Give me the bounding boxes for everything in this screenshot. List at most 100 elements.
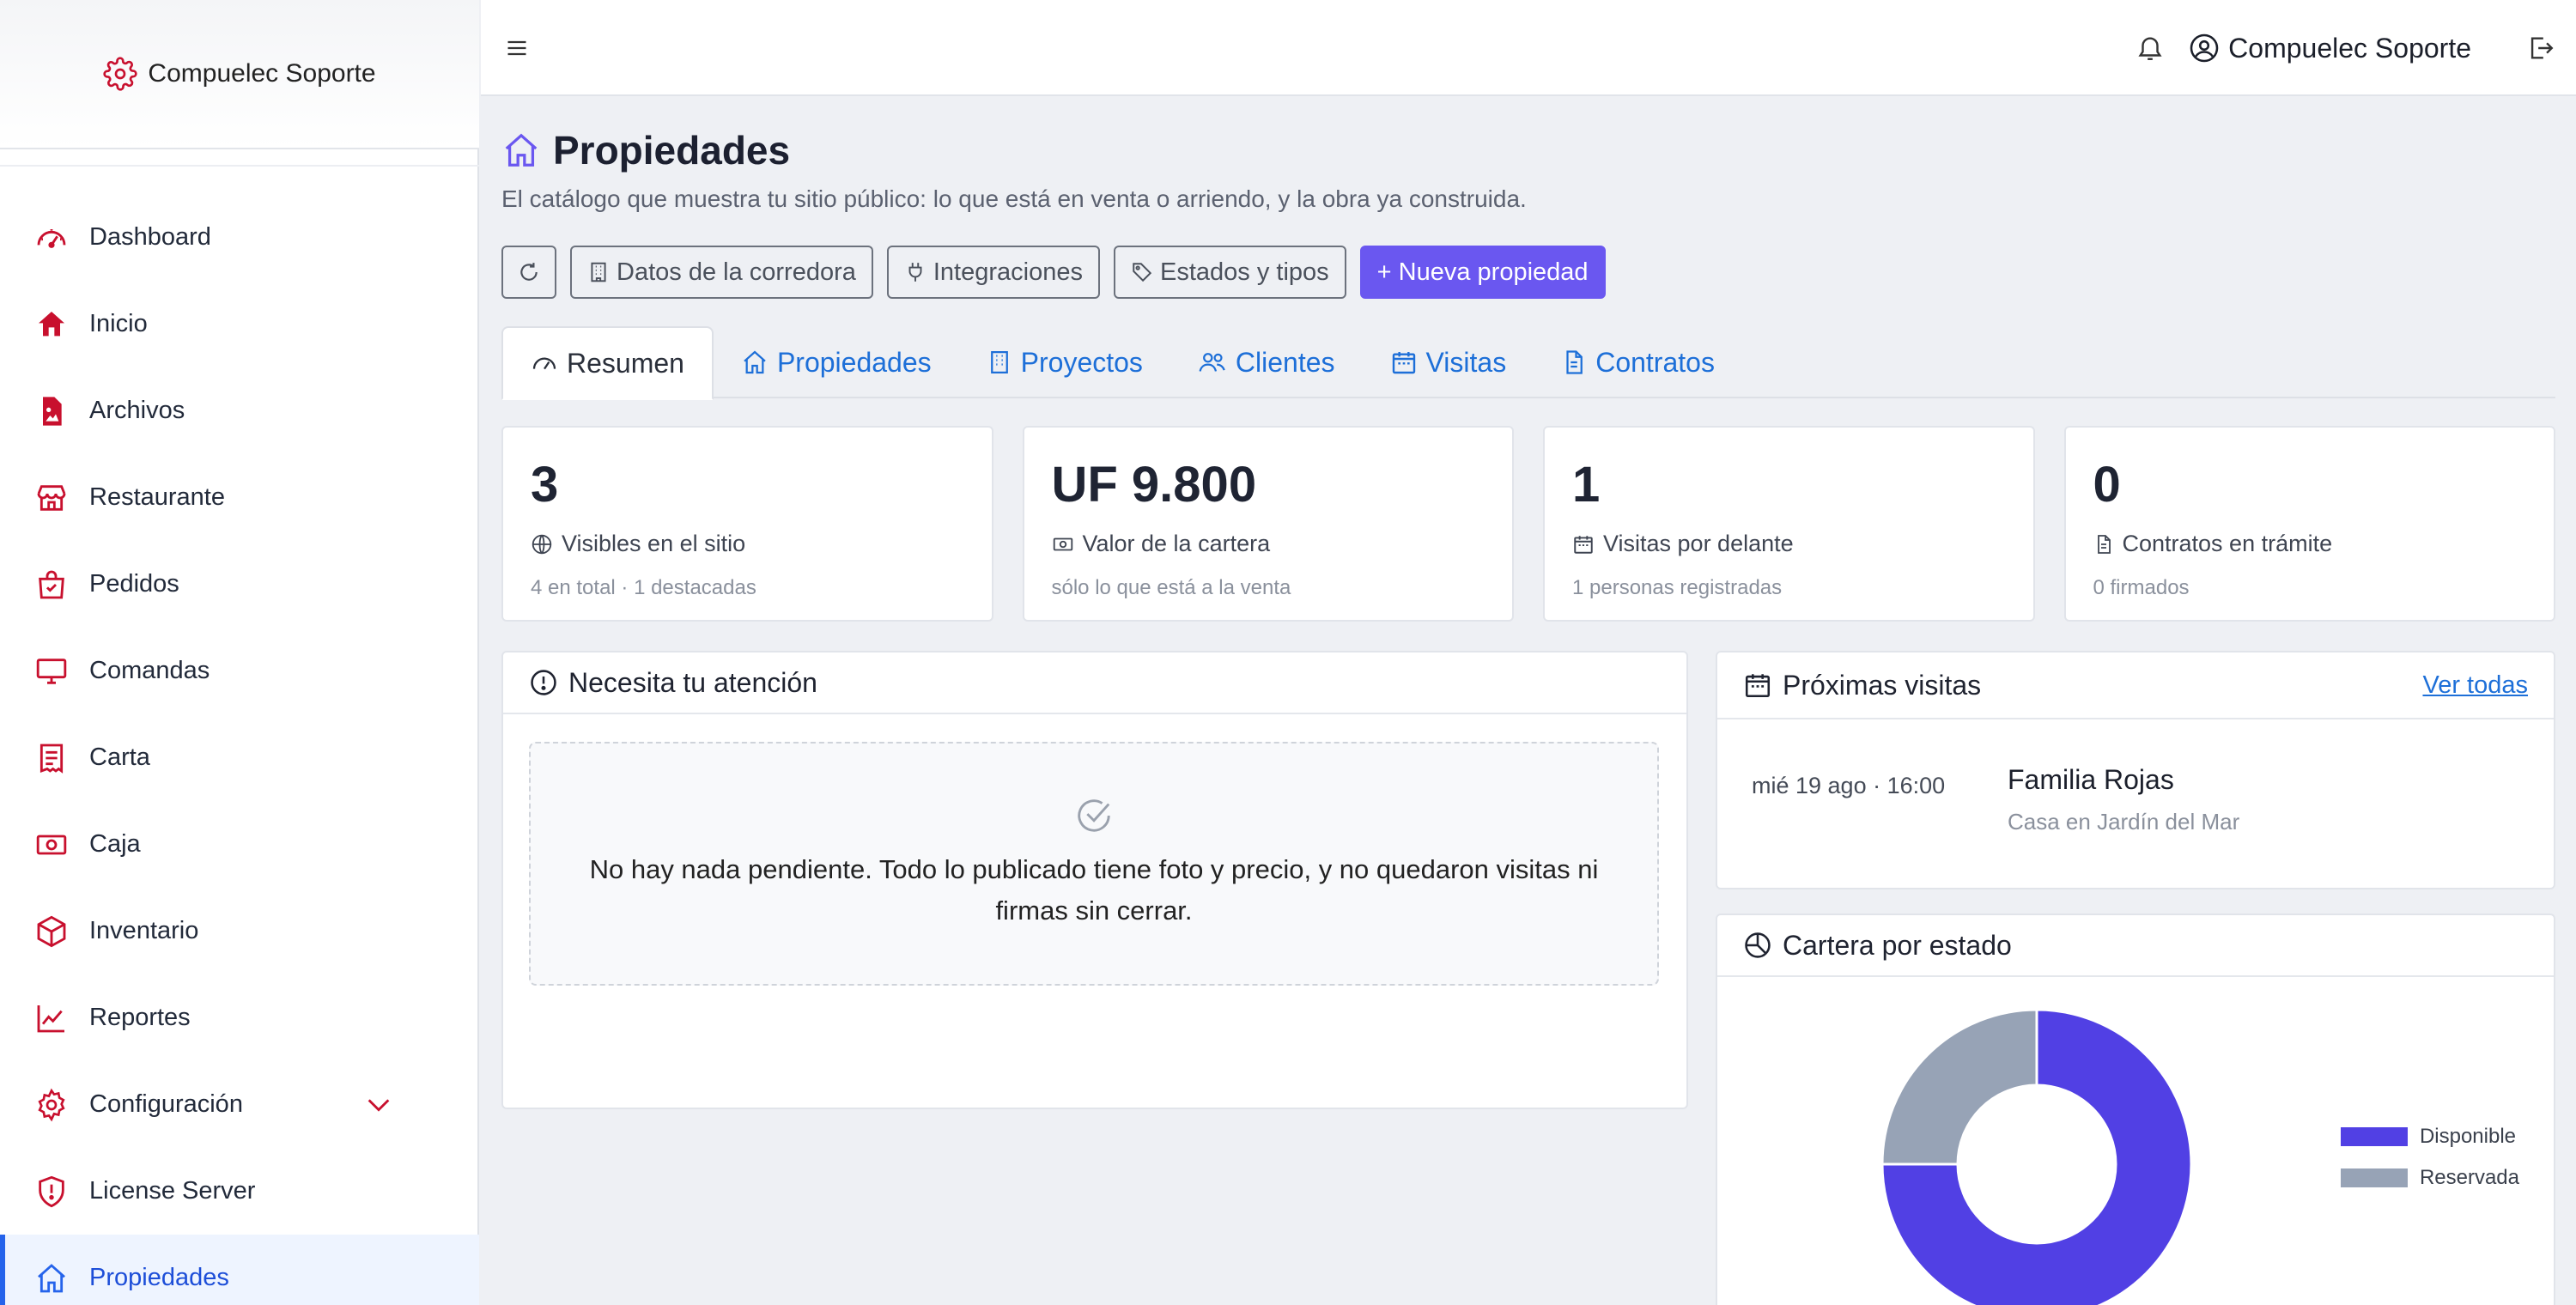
chevron-down-icon[interactable] — [364, 1090, 393, 1120]
integrations-button[interactable]: Integraciones — [886, 246, 1100, 299]
sidebar-item-label: Inicio — [89, 310, 148, 337]
see-all-visits-link[interactable]: Ver todas — [2422, 671, 2528, 700]
attention-title: Necesita tu atención — [568, 666, 817, 698]
topbar-actions: Compuelec Soporte — [2136, 24, 2555, 72]
check-circle-icon — [1074, 796, 1114, 835]
receipt-icon — [34, 741, 69, 775]
broker-data-button[interactable]: Datos de la corredora — [570, 246, 873, 299]
stat-card-visits: 1 Visitas por delante 1 personas registr… — [1543, 426, 2035, 622]
tab-proyectos[interactable]: Proyectos — [959, 326, 1170, 398]
sidebar-item-label: Caja — [89, 830, 141, 858]
file-text-icon — [2093, 533, 2114, 555]
brand-name: Compuelec Soporte — [148, 59, 376, 88]
tab-resumen[interactable]: Resumen — [501, 326, 714, 400]
sidebar-item-label: Configuración — [89, 1090, 243, 1118]
attention-card-header: Necesita tu atención — [503, 652, 1686, 714]
hamburger-menu-icon[interactable] — [505, 36, 529, 60]
main-content: Propiedades El catálogo que muestra tu s… — [481, 96, 2576, 1305]
tab-clientes[interactable]: Clientes — [1170, 326, 1363, 398]
legend-item[interactable]: Reservada — [2340, 1166, 2519, 1190]
tab-bar: Resumen Propiedades Proyectos Clientes V… — [501, 326, 2555, 400]
speedometer-icon — [34, 221, 69, 255]
sidebar-item-caja[interactable]: Caja — [0, 801, 479, 888]
integrations-label: Integraciones — [933, 258, 1083, 286]
stat-label-text: Valor de la cartera — [1082, 531, 1271, 556]
gear-icon — [103, 57, 138, 91]
page-subtitle: El catálogo que muestra tu sitio público… — [501, 185, 1527, 212]
tab-visitas[interactable]: Visitas — [1363, 326, 1534, 398]
sidebar-item-label: Restaurante — [89, 483, 225, 511]
shield-exclamation-icon — [34, 1174, 69, 1209]
box-icon — [34, 914, 69, 949]
tab-contratos[interactable]: Contratos — [1534, 326, 1742, 398]
bell-icon[interactable] — [2136, 33, 2165, 63]
sidebar-item-label: Reportes — [89, 1004, 191, 1031]
sidebar-item-label: License Server — [89, 1177, 256, 1205]
sidebar-item-restaurante[interactable]: Restaurante — [0, 454, 479, 541]
upcoming-visits-card: Próximas visitas Ver todas mié 19 ago · … — [1716, 651, 2555, 889]
house-icon — [501, 130, 541, 170]
stat-value: UF 9.800 — [1051, 457, 1257, 513]
sidebar-item-dashboard[interactable]: Dashboard — [0, 194, 479, 281]
cash-icon — [34, 828, 69, 862]
tab-label: Contratos — [1595, 346, 1715, 378]
sidebar-item-label: Archivos — [89, 397, 185, 424]
shop-icon — [34, 481, 69, 515]
states-types-button[interactable]: Estados y tipos — [1114, 246, 1346, 299]
exclamation-circle-icon — [529, 668, 558, 697]
page-title: Propiedades — [553, 128, 791, 173]
donut-slice-reservada[interactable] — [1880, 1008, 2038, 1166]
sidebar-item-archivos[interactable]: Archivos — [0, 367, 479, 454]
chart-legend: Disponible Reservada — [2340, 1125, 2519, 1207]
building-icon — [587, 261, 610, 283]
sidebar-item-propiedades[interactable]: Propiedades — [0, 1235, 479, 1305]
legend-label: Disponible — [2419, 1125, 2517, 1148]
sidebar-item-reportes[interactable]: Reportes — [0, 974, 479, 1061]
page-header: Propiedades — [501, 127, 790, 173]
portfolio-card-header: Cartera por estado — [1717, 915, 2554, 977]
sidebar: Compuelec Soporte Dashboard Inicio Archi… — [0, 0, 479, 1305]
topbar: Compuelec Soporte — [481, 0, 2576, 96]
attention-card: Necesita tu atención No hay nada pendien… — [501, 651, 1688, 1109]
stat-label-text: Visitas por delante — [1603, 531, 1794, 556]
sidebar-item-label: Dashboard — [89, 223, 211, 251]
brand[interactable]: Compuelec Soporte — [0, 0, 479, 149]
user-name: Compuelec Soporte — [2228, 32, 2471, 64]
sidebar-item-carta[interactable]: Carta — [0, 714, 479, 801]
sidebar-item-inicio[interactable]: Inicio — [0, 281, 479, 367]
sidebar-item-configuracion[interactable]: Configuración — [0, 1061, 479, 1148]
portfolio-by-state-card: Cartera por estado Disponible Reservada — [1716, 914, 2555, 1305]
calendar-icon — [1743, 671, 1772, 700]
logout-icon[interactable] — [2526, 33, 2555, 63]
bag-check-icon — [34, 568, 69, 602]
refresh-button[interactable] — [501, 246, 556, 299]
tab-label: Clientes — [1235, 346, 1335, 378]
sidebar-item-license-server[interactable]: License Server — [0, 1148, 479, 1235]
globe-icon — [531, 533, 553, 555]
tab-propiedades[interactable]: Propiedades — [714, 326, 959, 398]
monitor-icon — [34, 654, 69, 689]
legend-swatch — [2340, 1127, 2408, 1146]
sidebar-item-inventario[interactable]: Inventario — [0, 888, 479, 974]
file-image-icon — [34, 394, 69, 428]
new-property-button[interactable]: + Nueva propiedad — [1359, 246, 1606, 299]
tab-label: Resumen — [567, 347, 684, 379]
visits-title: Próximas visitas — [1783, 669, 1982, 701]
stat-value: 1 — [1572, 457, 1601, 513]
user-menu[interactable]: Compuelec Soporte — [2189, 33, 2471, 64]
file-text-icon — [1561, 349, 1587, 375]
tab-label: Visitas — [1425, 346, 1507, 378]
sidebar-item-pedidos[interactable]: Pedidos — [0, 541, 479, 628]
building-icon — [987, 349, 1012, 375]
graph-up-icon — [34, 1001, 69, 1035]
legend-swatch — [2340, 1168, 2408, 1187]
stat-label-text: Contratos en trámite — [2122, 531, 2333, 556]
legend-item[interactable]: Disponible — [2340, 1125, 2519, 1149]
gear-icon — [34, 1088, 69, 1122]
calendar-icon — [1572, 533, 1595, 555]
stat-sub: 4 en total · 1 destacadas — [531, 576, 756, 599]
tab-label: Proyectos — [1020, 346, 1143, 378]
stat-card-contracts: 0 Contratos en trámite 0 firmados — [2063, 426, 2555, 622]
sidebar-item-comandas[interactable]: Comandas — [0, 628, 479, 714]
cash-icon — [1052, 533, 1074, 555]
